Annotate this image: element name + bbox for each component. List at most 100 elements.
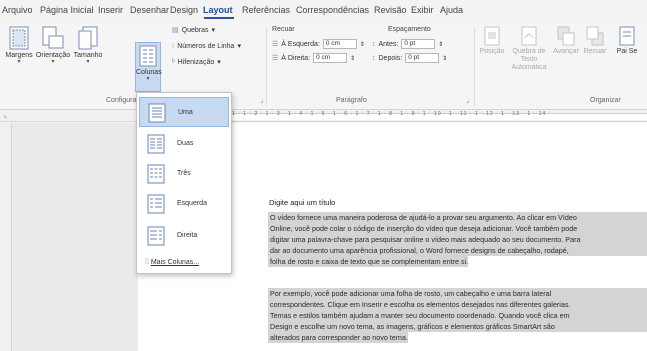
tab-design[interactable]: Design [170, 5, 198, 15]
selection-pane-button[interactable]: Pai Se [612, 26, 642, 55]
columns-option-tres[interactable]: Três [139, 159, 229, 189]
divider [474, 28, 475, 106]
line-numbers-label: Números de Linha [177, 42, 235, 50]
tab-ajuda[interactable]: Ajuda [440, 5, 463, 15]
hyphenation-button[interactable]: ᵇ Hifenização ▾ [172, 58, 221, 67]
tab-layout[interactable]: Layout [203, 5, 233, 15]
one-column-icon [148, 103, 166, 123]
horizontal-ruler[interactable]: ⌞ 1 · 1 · 2 · 1 · 3 · 1 · 4 · 1 · 5 · 1 … [0, 110, 647, 122]
columns-button[interactable]: Colunas ▾ [135, 42, 162, 92]
orientation-button[interactable]: Orientação ▾ [34, 26, 72, 65]
hyphenation-label: Hifenização [177, 58, 215, 66]
orientation-label: Orientação [35, 52, 71, 59]
indent-left-field[interactable]: 0 cm [322, 39, 357, 49]
active-tab-indicator [204, 17, 234, 19]
tab-stop-selector-icon[interactable]: ⌞ [4, 111, 7, 119]
send-backward-button[interactable]: Recuar [582, 26, 608, 55]
tab-revisao[interactable]: Revisão [374, 5, 407, 15]
right-column-icon [147, 226, 165, 246]
breaks-icon: ▤ [172, 27, 179, 34]
spacing-after-row: ↕ Depois: 0 pt ⇕ [372, 53, 447, 63]
margins-button[interactable]: Margens ▾ [4, 26, 34, 65]
spacing-before-label: Antes: [378, 40, 399, 48]
paragraph-line: correspondentes. Clique em Inserir e esc… [268, 299, 647, 310]
option-label: Uma [178, 109, 193, 116]
spinner-icon[interactable]: ⇕ [442, 55, 447, 62]
wrap-text-button[interactable]: Quebra de Texto Automática [508, 26, 550, 72]
vertical-ruler[interactable] [0, 123, 12, 351]
send-backward-icon [586, 26, 604, 46]
indent-left-icon: ☰ [272, 41, 279, 48]
columns-label: Colunas [136, 69, 162, 76]
document-title[interactable]: Digite aqui um título [269, 198, 335, 207]
indent-left-label: À Esquerda: [281, 40, 320, 48]
wrap-text-label: Quebra de Texto Automática [511, 48, 547, 71]
tab-exibir[interactable]: Exibir [411, 5, 434, 15]
margins-icon [9, 26, 29, 50]
paragraph-2[interactable]: Por exemplo, você pode adicionar uma fol… [268, 288, 647, 346]
dialog-launcher-icon[interactable]: ⌟ [260, 96, 263, 104]
option-label: Duas [177, 140, 194, 147]
ruler-numbers: 1 · 1 · 2 · 1 · 3 · 1 · 4 · 1 · 5 · 1 · … [232, 111, 552, 117]
tab-correspondencias[interactable]: Correspondências [296, 5, 369, 15]
group-label-configurar: Configurar [106, 97, 139, 104]
three-columns-icon [147, 164, 165, 184]
bring-forward-button[interactable]: Avançar [552, 26, 580, 55]
indent-right-row: ☰ À Direita: 0 cm ⇕ [272, 53, 355, 63]
paragraph-line: Temas e estilos também ajudam a manter s… [268, 310, 647, 321]
ribbon-tabs: Arquivo Página Inicial Inserir Desenhar … [0, 0, 647, 22]
indent-right-field[interactable]: 0 cm [313, 53, 348, 63]
spacing-title: Espaçamento [388, 26, 431, 33]
tab-pagina-inicial[interactable]: Página Inicial [40, 5, 94, 15]
columns-icon [139, 45, 157, 67]
dialog-launcher-icon[interactable]: ⌟ [466, 96, 469, 104]
columns-option-duas[interactable]: Duas [139, 129, 229, 159]
line-numbers-button[interactable]: ⁝ Números de Linha ▾ [172, 42, 241, 51]
tab-desenhar[interactable]: Desenhar [130, 5, 169, 15]
spacing-before-row: ↕ Antes: 0 pt ⇕ [372, 39, 443, 49]
line-numbers-icon: ⁝ [172, 43, 175, 50]
paragraph-line: alterados para corresponder ao novo tema… [268, 332, 408, 343]
spacing-after-field[interactable]: 0 pt [405, 53, 440, 63]
columns-option-uma[interactable]: Uma [139, 97, 229, 127]
divider [266, 28, 267, 106]
paragraph-1[interactable]: O vídeo fornece uma maneira poderosa de … [268, 212, 647, 270]
paragraph-line: Por exemplo, você pode adicionar uma fol… [268, 288, 647, 299]
option-label: Três [177, 170, 191, 177]
group-label-paragrafo: Parágrafo [336, 97, 367, 104]
hyphenation-icon: ᵇ [172, 58, 175, 66]
size-label: Tamanho [73, 52, 103, 59]
chevron-down-icon: ▾ [17, 59, 21, 65]
chevron-down-icon: ▾ [146, 76, 150, 82]
position-icon [484, 26, 500, 46]
chevron-down-icon: ▾ [237, 43, 241, 50]
spinner-icon[interactable]: ⇕ [360, 41, 365, 48]
chevron-down-icon: ▾ [86, 59, 90, 65]
option-label: Direita [177, 232, 198, 239]
breaks-button[interactable]: ▤ Quebras ▾ [172, 26, 215, 35]
tab-referencias[interactable]: Referências [242, 5, 290, 15]
columns-option-direita[interactable]: Direita [139, 221, 229, 251]
more-columns-label: Mais Colunas... [150, 259, 200, 266]
position-label: Posição [479, 48, 505, 55]
size-button[interactable]: Tamanho ▾ [72, 26, 104, 65]
spacing-before-field[interactable]: 0 pt [401, 39, 436, 49]
spinner-icon[interactable]: ⇕ [438, 41, 443, 48]
tab-inserir[interactable]: Inserir [98, 5, 123, 15]
page-size-icon [78, 26, 98, 50]
spinner-icon[interactable]: ⇕ [350, 55, 355, 62]
wrap-text-icon [521, 26, 537, 46]
paragraph-line: Online, você pode colar o código de inse… [268, 223, 647, 234]
spacing-after-icon: ↕ [372, 54, 376, 62]
chevron-down-icon: ▾ [217, 59, 221, 66]
tab-arquivo[interactable]: Arquivo [2, 5, 33, 15]
indent-left-row: ☰ À Esquerda: 0 cm ⇕ [272, 39, 365, 49]
breaks-label: Quebras [181, 26, 209, 34]
bring-forward-icon [557, 26, 575, 46]
group-label-organizar: Organizar [590, 97, 621, 104]
option-label: Esquerda [177, 200, 207, 207]
columns-option-esquerda[interactable]: Esquerda [139, 189, 229, 219]
paragraph-line: O vídeo fornece uma maneira poderosa de … [268, 212, 647, 223]
more-columns-item[interactable]: ⁞⁞ Mais Colunas... [145, 259, 199, 266]
position-button[interactable]: Posição [478, 26, 506, 55]
